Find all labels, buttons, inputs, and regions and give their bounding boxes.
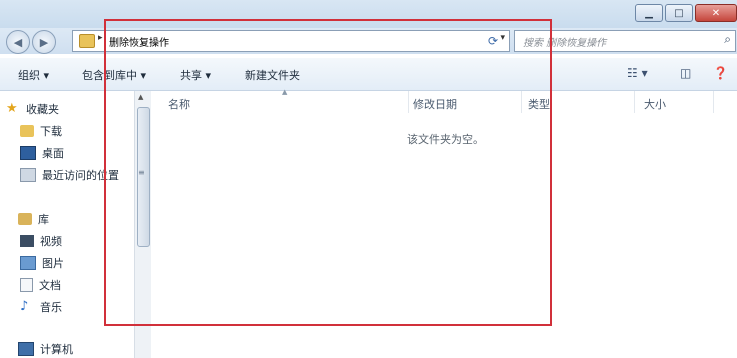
sidebar-item-label: 图片 bbox=[42, 257, 64, 270]
computer-icon bbox=[18, 342, 34, 356]
sidebar-scrollbar[interactable]: ▲ ≡ bbox=[134, 91, 151, 358]
view-options-icon[interactable]: ☷ ▾ bbox=[627, 66, 648, 80]
column-header-date-modified[interactable]: 修改日期 bbox=[413, 96, 457, 112]
search-placeholder: 搜索 删除恢复操作 bbox=[523, 38, 607, 49]
sort-indicator-icon: ▲ bbox=[282, 88, 288, 96]
sidebar-item-label: 桌面 bbox=[42, 147, 64, 160]
sidebar-item-label: 下载 bbox=[40, 125, 62, 138]
column-divider[interactable] bbox=[521, 91, 522, 113]
libraries-icon bbox=[18, 213, 32, 225]
sidebar-item-computer[interactable]: 计算机 bbox=[18, 341, 73, 357]
videos-icon bbox=[20, 235, 34, 247]
minimize-icon: ▁ bbox=[645, 7, 653, 19]
sidebar-item-documents[interactable]: 文档 bbox=[20, 277, 61, 293]
organize-button[interactable]: 组织 ▾ bbox=[18, 67, 49, 83]
empty-folder-message: 该文件夹为空。 bbox=[407, 133, 484, 146]
sidebar-item-videos[interactable]: 视频 bbox=[20, 233, 62, 249]
close-button[interactable]: ✕ bbox=[695, 4, 737, 22]
navigation-bar: ◀ ▶ ▸ 删除恢复操作 ▾ ⟳ 搜索 删除恢复操作 ⌕ bbox=[0, 28, 737, 54]
new-folder-button[interactable]: 新建文件夹 bbox=[245, 67, 300, 83]
downloads-folder-icon bbox=[20, 125, 34, 137]
sidebar-item-label: 收藏夹 bbox=[26, 103, 59, 116]
scroll-up-arrow-icon[interactable]: ▲ bbox=[138, 93, 143, 101]
scrollbar-thumb[interactable] bbox=[137, 107, 150, 247]
window-controls: ▁ □ ✕ bbox=[633, 4, 737, 22]
forward-arrow-icon: ▶ bbox=[39, 35, 49, 49]
folder-icon bbox=[79, 34, 95, 48]
documents-icon bbox=[20, 278, 33, 292]
pictures-icon bbox=[20, 256, 36, 270]
refresh-icon: ⟳ bbox=[487, 34, 499, 48]
search-icon[interactable]: ⌕ bbox=[724, 32, 731, 47]
back-button[interactable]: ◀ bbox=[6, 30, 30, 54]
minimize-button[interactable]: ▁ bbox=[635, 4, 663, 22]
maximize-button[interactable]: □ bbox=[665, 4, 693, 22]
include-in-library-button[interactable]: 包含到库中 ▾ bbox=[82, 67, 146, 83]
back-arrow-icon: ◀ bbox=[13, 35, 23, 49]
sidebar-item-libraries[interactable]: 库 bbox=[18, 211, 49, 227]
sidebar-item-label: 最近访问的位置 bbox=[42, 169, 119, 182]
sidebar-item-pictures[interactable]: 图片 bbox=[20, 255, 64, 271]
star-icon: ★ bbox=[6, 101, 18, 116]
breadcrumb-arrow-icon[interactable]: ▸ bbox=[98, 33, 103, 43]
column-divider[interactable] bbox=[408, 91, 409, 113]
sidebar-item-recent-places[interactable]: 最近访问的位置 bbox=[20, 167, 119, 183]
refresh-button[interactable]: ⟳ bbox=[484, 32, 502, 50]
sidebar-item-label: 计算机 bbox=[40, 343, 73, 356]
sidebar-item-favorites[interactable]: ★ 收藏夹 bbox=[6, 101, 59, 117]
sidebar-item-desktop[interactable]: 桌面 bbox=[20, 145, 64, 161]
file-list-pane[interactable]: ▲ 名称 修改日期 类型 大小 该文件夹为空。 bbox=[151, 88, 737, 358]
preview-pane-icon[interactable]: ◫ bbox=[680, 66, 691, 80]
sidebar-item-music[interactable]: ♪ 音乐 bbox=[20, 299, 62, 315]
music-note-icon: ♪ bbox=[20, 299, 29, 314]
sidebar-item-downloads[interactable]: 下载 bbox=[20, 123, 62, 139]
command-toolbar: 组织 ▾ 包含到库中 ▾ 共享 ▾ 新建文件夹 ☷ ▾ ◫ ❓ bbox=[0, 58, 737, 91]
desktop-icon bbox=[20, 146, 36, 160]
sidebar-item-label: 文档 bbox=[39, 279, 61, 292]
forward-button[interactable]: ▶ bbox=[32, 30, 56, 54]
maximize-icon: □ bbox=[674, 7, 684, 19]
column-divider[interactable] bbox=[634, 91, 635, 113]
navigation-pane: ★ 收藏夹 下载 桌面 最近访问的位置 库 视频 图片 文档 ♪ 音乐 计算机 bbox=[0, 91, 134, 358]
column-header-type[interactable]: 类型 bbox=[528, 96, 550, 112]
help-icon[interactable]: ❓ bbox=[713, 66, 728, 80]
title-bar: ▁ □ ✕ bbox=[0, 0, 737, 28]
search-box[interactable]: 搜索 删除恢复操作 ⌕ bbox=[514, 30, 736, 52]
column-header-size[interactable]: 大小 bbox=[644, 96, 666, 112]
column-header-name[interactable]: 名称 bbox=[168, 96, 190, 112]
address-path[interactable]: 删除恢复操作 bbox=[109, 34, 169, 49]
scrollbar-grip-icon: ≡ bbox=[138, 168, 145, 177]
close-icon: ✕ bbox=[711, 7, 721, 19]
column-divider[interactable] bbox=[713, 91, 714, 113]
sidebar-item-label: 库 bbox=[38, 213, 49, 226]
address-bar[interactable]: ▸ 删除恢复操作 ▾ bbox=[72, 30, 510, 52]
share-button[interactable]: 共享 ▾ bbox=[180, 67, 211, 83]
recent-places-icon bbox=[20, 168, 36, 182]
sidebar-item-label: 音乐 bbox=[40, 301, 62, 314]
sidebar-item-label: 视频 bbox=[40, 235, 62, 248]
